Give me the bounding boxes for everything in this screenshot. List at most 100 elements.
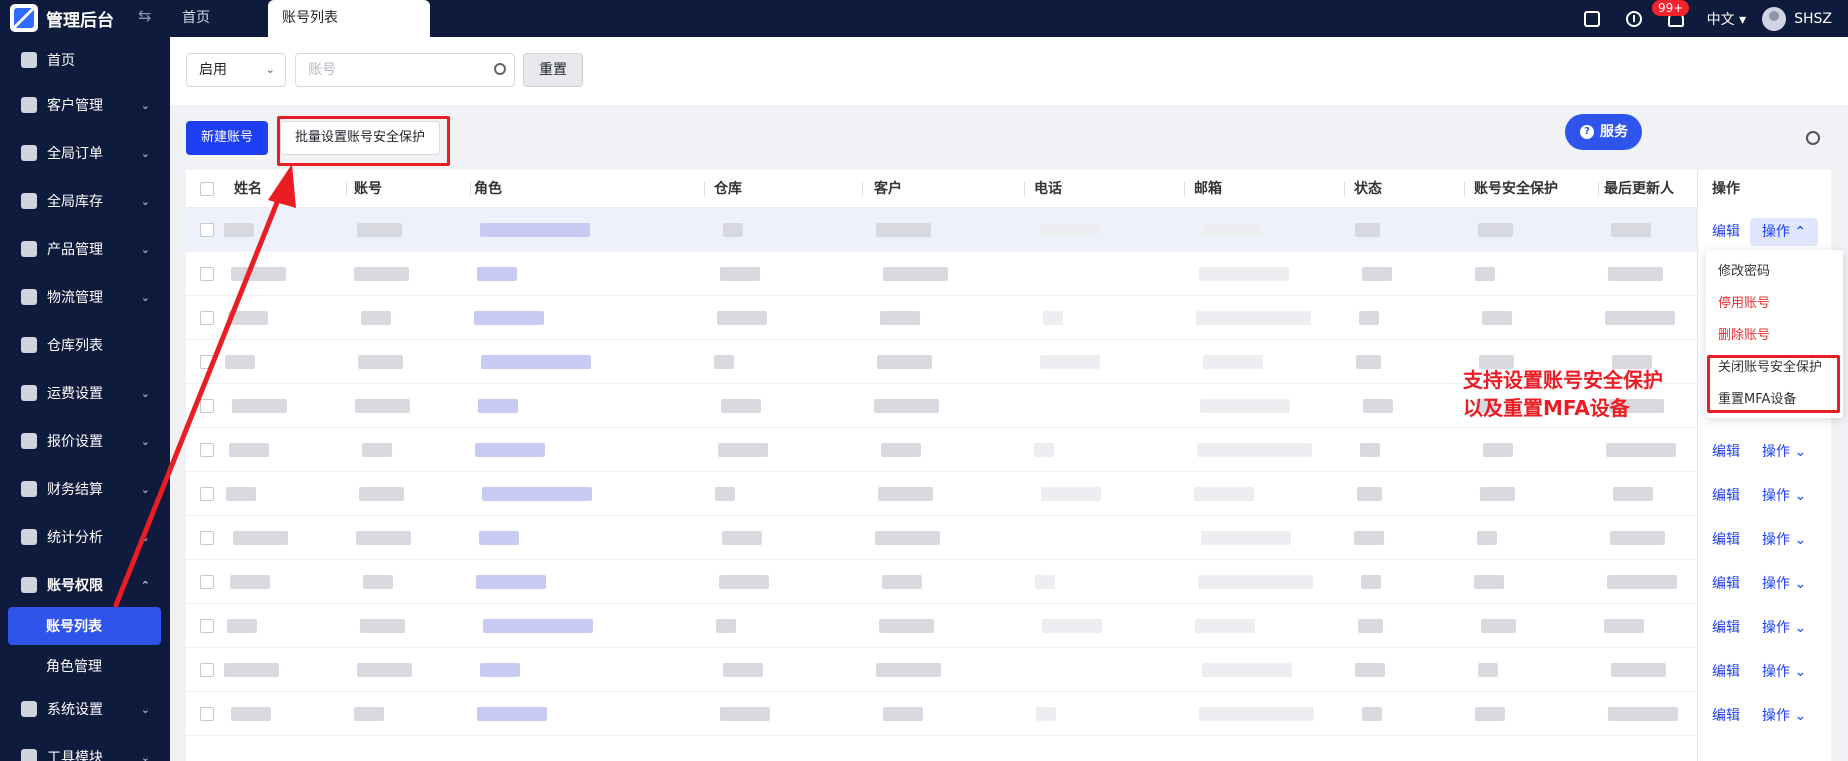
menu-disable-account[interactable]: 停用账号 [1718,292,1770,311]
table-row[interactable] [186,560,1831,604]
account-search [295,53,515,87]
sidebar-item-shipping[interactable]: 运费设置 ⌄ [0,373,170,413]
sidebar: 首页 客户管理 ⌄ 全局订单 ⌄ 全局库存 ⌄ 产品管理 ⌄ 物流管理 ⌄ 仓库列表 运费… [0,37,170,761]
sidebar-item-permissions[interactable]: 账号权限 ⌃ [0,565,170,605]
top-bar: 管理后台 ⇆ 首页 账号列表 中文 ▾ SHSZ [0,0,1848,37]
reset-button[interactable]: 重置 [523,53,583,87]
row-edit-link[interactable]: 编辑 [1712,705,1740,725]
sidebar-item-label: 财务结算 [47,482,103,498]
row-checkbox[interactable] [200,575,214,589]
blurred-cell [1199,707,1314,721]
row-checkbox[interactable] [200,311,214,325]
sidebar-item-finance[interactable]: 财务结算 ⌄ [0,469,170,509]
row-checkbox[interactable] [200,443,214,457]
row-checkbox[interactable] [200,223,214,237]
row-edit-link[interactable]: 编辑 [1712,573,1740,593]
row-checkbox[interactable] [200,355,214,369]
row-edit-link[interactable]: 编辑 [1712,529,1740,549]
col-warehouse[interactable]: 仓库 [714,170,742,208]
blurred-cell [1359,311,1379,325]
menu-change-password[interactable]: 修改密码 [1718,260,1770,279]
download-icon[interactable] [1625,10,1642,27]
row-more-actions[interactable]: 操作 ⌄ [1762,573,1806,593]
blurred-cell [1360,443,1380,457]
sidebar-item-customers[interactable]: 客户管理 ⌄ [0,85,170,125]
blurred-cell [1202,663,1292,677]
table-row[interactable] [186,252,1831,296]
tab-account-list[interactable]: 账号列表 [268,0,430,37]
table-row[interactable] [186,692,1831,736]
top-right-tools: 中文 ▾ SHSZ [1571,0,1848,37]
table-row[interactable] [186,296,1831,340]
collapse-sidebar-icon[interactable]: ⇆ [138,6,151,25]
table-row[interactable] [186,208,1831,252]
row-more-actions[interactable]: 操作 ⌄ [1762,441,1806,461]
avatar[interactable] [1762,6,1787,31]
col-phone[interactable]: 电话 [1034,170,1062,208]
row-more-actions[interactable]: 操作 ⌄ [1762,705,1806,725]
inbox-icon[interactable] [1583,10,1600,27]
row-checkbox[interactable] [200,399,214,413]
table-row[interactable] [186,428,1831,472]
row-checkbox[interactable] [200,619,214,633]
sidebar-item-inventory[interactable]: 全局库存 ⌄ [0,181,170,221]
sidebar-item-account-list[interactable]: 账号列表 [8,607,161,645]
column-settings-icon[interactable] [1806,131,1820,145]
blurred-cell [1361,575,1381,589]
table-row[interactable] [186,604,1831,648]
status-select[interactable]: 启用 ⌄ [186,53,286,87]
blurred-cell [877,355,932,369]
row-more-actions[interactable]: 操作 ⌄ [1762,617,1806,637]
row-more-actions-active[interactable]: 操作 ⌃ [1750,218,1818,246]
sidebar-item-products[interactable]: 产品管理 ⌄ [0,229,170,269]
sidebar-item-warehouses[interactable]: 仓库列表 [0,325,170,365]
row-edit-link[interactable]: 编辑 [1712,221,1740,241]
sidebar-item-home[interactable]: 首页 [0,40,170,80]
menu-delete-account[interactable]: 删除账号 [1718,324,1770,343]
col-account[interactable]: 账号 [354,170,382,208]
tab-home[interactable]: 首页 [168,0,224,37]
sidebar-item-label: 账号权限 [47,578,103,594]
row-checkbox[interactable] [200,531,214,545]
blurred-cell [1041,487,1101,501]
col-name[interactable]: 姓名 [234,170,262,208]
new-account-button[interactable]: 新建账号 [186,121,268,155]
sidebar-item-tools[interactable]: 工具模块 ⌄ [0,737,170,761]
row-edit-link[interactable]: 编辑 [1712,661,1740,681]
col-role[interactable]: 角色 [474,170,502,208]
service-button[interactable]: 服务 [1565,114,1642,150]
sidebar-item-stats[interactable]: 统计分析 ⌄ [0,517,170,557]
blurred-cell [718,443,768,457]
sidebar-item-orders[interactable]: 全局订单 ⌄ [0,133,170,173]
row-edit-link[interactable]: 编辑 [1712,441,1740,461]
permission-icon [21,577,37,593]
account-search-input[interactable] [296,54,476,86]
row-checkbox[interactable] [200,707,214,721]
sidebar-item-roles[interactable]: 角色管理 [0,647,170,685]
sidebar-item-settings[interactable]: 系统设置 ⌄ [0,689,170,729]
table-row[interactable] [186,648,1831,692]
table-row[interactable] [186,472,1831,516]
row-checkbox[interactable] [200,663,214,677]
table-row[interactable] [186,516,1831,560]
username[interactable]: SHSZ [1794,11,1832,27]
row-more-actions[interactable]: 操作 ⌄ [1762,529,1806,549]
row-checkbox[interactable] [200,267,214,281]
row-more-actions[interactable]: 操作 ⌄ [1762,661,1806,681]
col-email[interactable]: 邮箱 [1194,170,1222,208]
select-all-checkbox[interactable] [200,182,214,196]
row-checkbox[interactable] [200,487,214,501]
blurred-cell [1200,399,1290,413]
search-icon[interactable] [494,63,506,75]
col-updated-by[interactable]: 最后更新人 [1604,170,1674,208]
col-status[interactable]: 状态 [1354,170,1382,208]
sidebar-item-label: 首页 [47,53,75,69]
col-customer[interactable]: 客户 [874,170,902,208]
row-edit-link[interactable]: 编辑 [1712,617,1740,637]
sidebar-item-logistics[interactable]: 物流管理 ⌄ [0,277,170,317]
row-edit-link[interactable]: 编辑 [1712,485,1740,505]
language-selector[interactable]: 中文 ▾ [1707,9,1746,29]
row-more-actions[interactable]: 操作 ⌄ [1762,485,1806,505]
sidebar-item-quotes[interactable]: 报价设置 ⌄ [0,421,170,461]
col-security[interactable]: 账号安全保护 [1474,170,1558,208]
